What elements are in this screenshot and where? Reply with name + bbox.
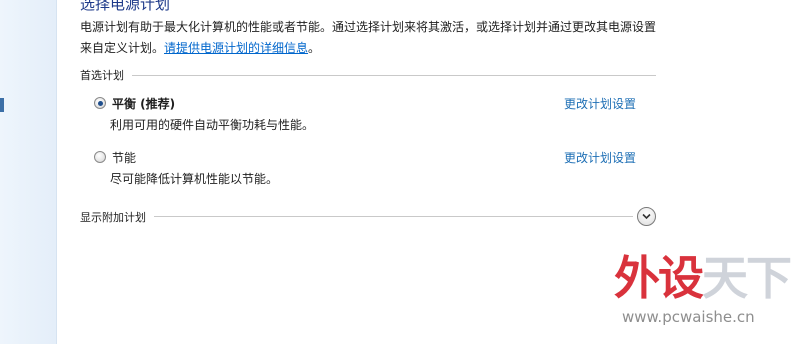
balanced-change-settings-link[interactable]: 更改计划设置 <box>564 95 636 112</box>
nav-item-marker[interactable] <box>0 98 4 112</box>
power-saver-change-settings-link[interactable]: 更改计划设置 <box>564 149 636 166</box>
description-text-line1: 电源计划有助于最大化计算机的性能或者节能。通过选择计划来将其激活，或选择计划并通… <box>80 20 657 34</box>
preferred-plans-header: 首选计划 <box>80 67 656 83</box>
site-watermark: 外设天下 www.pcwaishe.cn <box>612 250 802 340</box>
power-plan-details-link[interactable]: 请提供电源计划的详细信息 <box>164 41 308 55</box>
plan-balanced[interactable]: 平衡 (推荐) 更改计划设置 利用可用的硬件自动平衡功耗与性能。 <box>94 95 654 133</box>
power-saver-radio-button[interactable] <box>94 151 106 163</box>
watermark-logo: 外设天下 <box>614 250 792 306</box>
description-period: 。 <box>308 41 321 55</box>
description-text-line2: 来自定义计划。 <box>80 41 165 55</box>
balanced-plan-description: 利用可用的硬件自动平衡功耗与性能。 <box>110 118 315 132</box>
left-navigation-pane <box>0 0 57 344</box>
page-description: 电源计划有助于最大化计算机的性能或者节能。通过选择计划来将其激活，或选择计划并通… <box>80 17 680 59</box>
chevron-down-icon[interactable] <box>637 207 656 226</box>
preferred-plans-label: 首选计划 <box>80 69 124 82</box>
watermark-logo-part1: 外设 <box>614 251 704 305</box>
watermark-url: www.pcwaishe.cn <box>622 308 755 326</box>
additional-plans-label[interactable]: 显示附加计划 <box>80 209 146 225</box>
power-saver-plan-description: 尽可能降低计算机性能以节能。 <box>110 172 279 186</box>
power-saver-plan-name[interactable]: 节能 <box>112 149 136 166</box>
watermark-logo-part2: 天下 <box>702 251 792 305</box>
balanced-plan-name[interactable]: 平衡 (推荐) <box>112 95 175 112</box>
plan-power-saver[interactable]: 节能 更改计划设置 尽可能降低计算机性能以节能。 <box>94 149 654 187</box>
section-divider <box>154 216 633 217</box>
section-divider <box>132 74 656 76</box>
radio-selected-dot <box>97 100 103 106</box>
additional-plans-header[interactable]: 显示附加计划 <box>80 207 656 226</box>
page-title: 选择电源计划 <box>80 0 171 13</box>
balanced-radio-button[interactable] <box>94 97 106 109</box>
